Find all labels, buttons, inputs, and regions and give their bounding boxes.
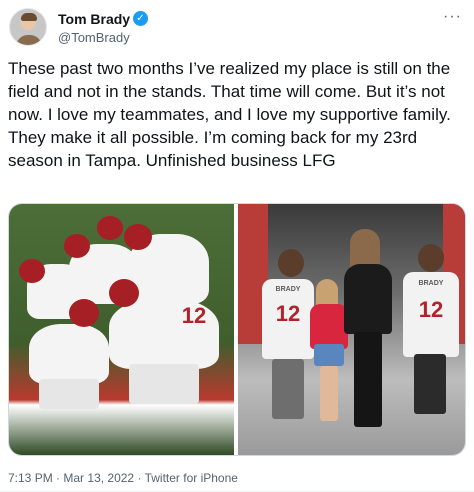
tweet-header: Tom Brady ✓ @TomBrady ···	[8, 6, 466, 50]
girl-shirt	[310, 304, 348, 349]
player-helmet	[64, 234, 90, 258]
kid-left-jersey-number: 12	[275, 301, 301, 326]
avatar-shirt	[16, 35, 42, 45]
jersey-number: 12	[181, 303, 207, 328]
author-name[interactable]: Tom Brady	[58, 10, 130, 28]
more-dots-icon[interactable]: ···	[443, 8, 462, 26]
kid-right-legs	[414, 354, 446, 414]
meta-separator: ·	[56, 471, 61, 485]
meta-separator: ·	[137, 471, 142, 485]
tweet-card: Tom Brady ✓ @TomBrady ··· These past two…	[0, 0, 474, 492]
player-shape	[29, 324, 109, 384]
family-tunnel-photo[interactable]: BRADY 12 BRADY 12	[238, 204, 465, 455]
kid-head	[278, 249, 304, 277]
player-pants	[39, 379, 99, 409]
tweet-time[interactable]: 7:13 PM	[8, 471, 53, 485]
girl-shorts	[314, 344, 344, 366]
author-handle[interactable]: @TomBrady	[58, 29, 130, 46]
kid-right-jersey-number: 12	[418, 297, 444, 322]
tweet-metadata: 7:13 PM · Mar 13, 2022 · Twitter for iPh…	[8, 471, 238, 485]
tweet-date[interactable]: Mar 13, 2022	[63, 471, 134, 485]
kid-left-legs	[272, 359, 304, 419]
player-helmet	[97, 216, 123, 240]
girl-legs	[320, 366, 338, 421]
player-pants	[129, 364, 199, 404]
kid-head	[418, 244, 444, 272]
player-helmet	[19, 259, 45, 283]
adult-legs	[354, 332, 382, 427]
tweet-media[interactable]: 12 BRADY 12 BRADY 12	[8, 203, 466, 456]
kid-right-jersey-name: BRADY	[418, 280, 444, 287]
tweet-source[interactable]: Twitter for iPhone	[145, 471, 238, 485]
player-helmet	[109, 279, 139, 307]
player-helmet	[124, 224, 152, 250]
football-line-photo[interactable]: 12	[9, 204, 234, 455]
avatar-hair	[21, 13, 37, 21]
adult-figure	[344, 264, 392, 334]
kid-left-jersey-name: BRADY	[275, 286, 301, 293]
tweet-text: These past two months I’ve realized my p…	[8, 59, 456, 170]
author-avatar[interactable]	[9, 8, 47, 46]
verified-badge-icon: ✓	[133, 11, 148, 26]
player-helmet	[69, 299, 99, 327]
